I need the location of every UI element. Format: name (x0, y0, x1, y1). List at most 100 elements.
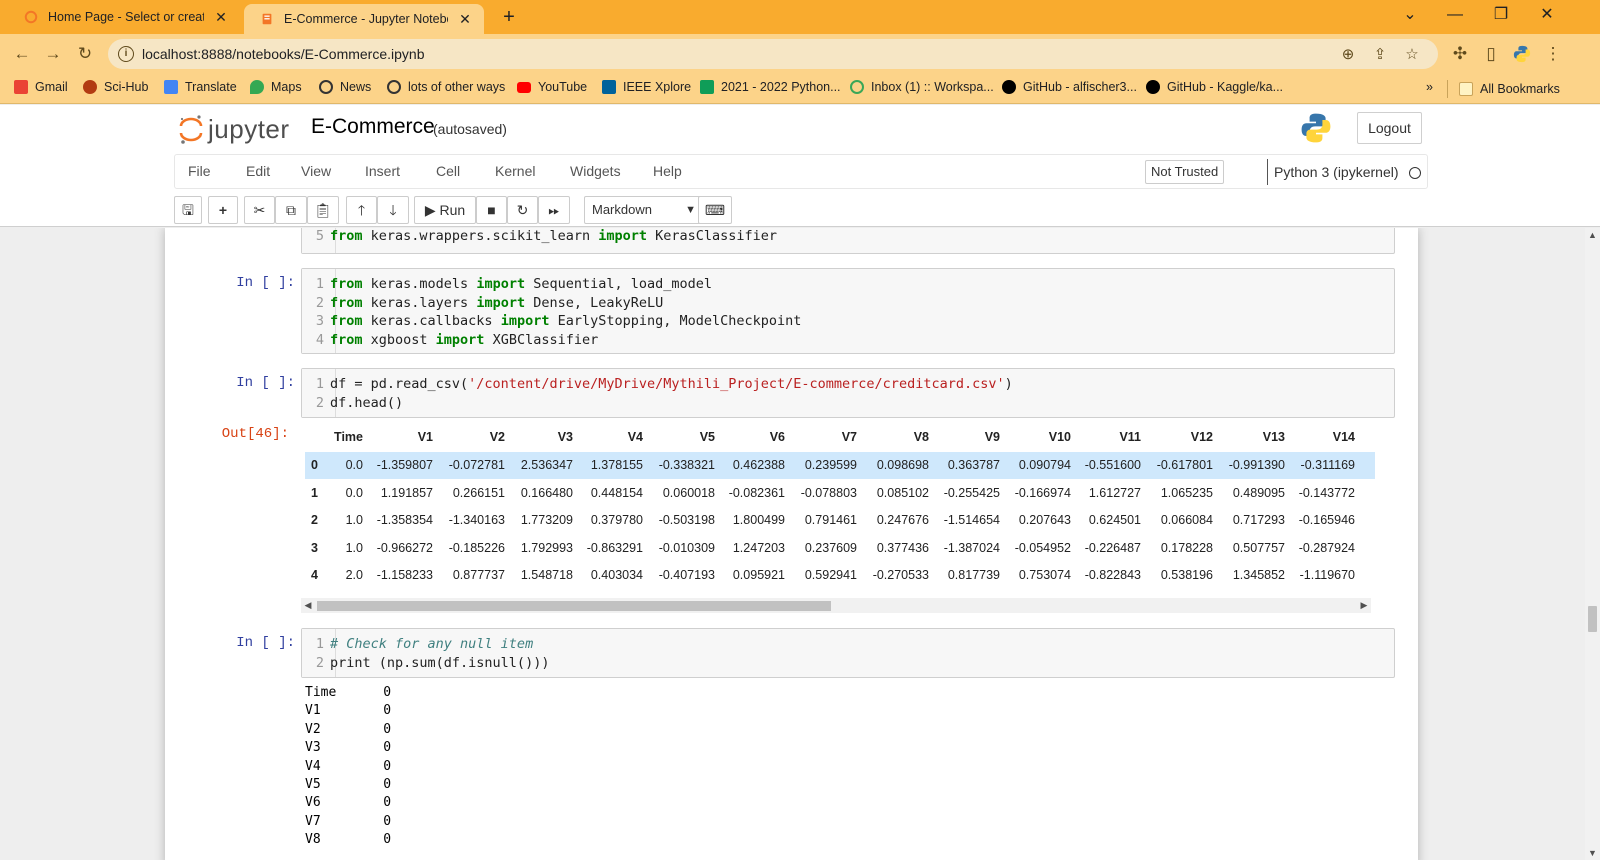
extensions-puzzle-icon[interactable]: ✣ (1448, 42, 1472, 66)
jupyter-logo[interactable]: jupyter (178, 113, 290, 145)
bookmark-news[interactable]: News (319, 80, 371, 94)
bookmark-translate[interactable]: Translate (164, 80, 237, 94)
tab-title: E-Commerce - Jupyter Notebook (284, 12, 448, 26)
cell-type-value: Markdown (592, 202, 652, 217)
cell-value: 1.0 (345, 513, 363, 527)
save-button[interactable]: 🖫 (174, 196, 202, 224)
interrupt-button[interactable]: ■ (476, 196, 507, 224)
bookmark-star-icon[interactable]: ☆ (1402, 45, 1422, 65)
cell-value: 1.247203 (732, 540, 785, 555)
bookmark-maps[interactable]: Maps (250, 80, 302, 94)
notebook-container[interactable]: 5 from keras.wrappers.scikit_learn import… (0, 228, 1600, 860)
dataframe-horizontal-scrollbar[interactable]: ◀ ▶ (301, 598, 1371, 613)
bookmark-other-ways[interactable]: lots of other ways (387, 80, 505, 94)
scroll-down-icon[interactable]: ▼ (1585, 848, 1600, 858)
bookmark-ieee[interactable]: IEEE Xplore (602, 80, 691, 94)
close-tab-icon[interactable]: ✕ (212, 9, 230, 26)
python-extension-icon[interactable] (1510, 42, 1534, 66)
restart-kernel-button[interactable]: ↻ (507, 196, 538, 224)
paste-button[interactable]: 📋︎ (307, 196, 339, 224)
code-cell-previous[interactable]: 5 from keras.wrappers.scikit_learn import… (301, 228, 1395, 254)
code-cell-null-check[interactable]: 1 # Check for any null item 2 print (np.su… (301, 628, 1395, 678)
menu-help[interactable]: Help (653, 163, 682, 179)
url-text[interactable]: localhost:8888/notebooks/E-Commerce.ipyn… (142, 46, 425, 62)
zoom-icon[interactable]: ⊕ (1338, 45, 1358, 65)
menu-edit[interactable]: Edit (246, 163, 270, 179)
dataframe-row: 0 0.0 -1.359807 -0.072781 2.536347 1.378155 -0… (305, 452, 1375, 479)
bookmark-label: lots of other ways (408, 80, 506, 94)
close-window-button[interactable]: ✕ (1524, 0, 1570, 34)
scrollbar-thumb[interactable] (1588, 606, 1597, 632)
dataframe-row: 3 1.0 -0.966272 -0.185226 1.792993 -0.863291-… (305, 535, 1375, 562)
insert-cell-button[interactable]: + (208, 196, 238, 224)
menu-kernel[interactable]: Kernel (495, 163, 535, 179)
notebook-name[interactable]: E-Commerce (311, 115, 435, 139)
tab-title: Home Page - Select or create a n (48, 10, 204, 24)
menu-file[interactable]: File (188, 163, 211, 179)
browser-tab-ecommerce[interactable]: E-Commerce - Jupyter Notebook ✕ (244, 4, 484, 34)
menu-insert[interactable]: Insert (365, 163, 400, 179)
cell-value: 0.877737 (452, 568, 505, 582)
run-button[interactable]: ▶ Run (414, 196, 476, 224)
scrollbar-thumb[interactable] (317, 601, 831, 611)
side-panel-icon[interactable]: ▯ (1479, 42, 1503, 66)
tab-search-chevron-icon[interactable]: ⌄ (1387, 0, 1433, 34)
page-vertical-scrollbar[interactable]: ▲ ▼ (1585, 228, 1600, 860)
column-header: V7 (841, 430, 857, 444)
code-text: ) (1004, 376, 1013, 392)
code-cell-imports[interactable]: 1 from keras.models import Sequential, lo… (301, 268, 1395, 354)
not-trusted-button[interactable]: Not Trusted (1145, 160, 1225, 184)
column-header: V8 (913, 430, 929, 444)
cell-value: 0.085102 (876, 485, 929, 500)
code-line: 5 from keras.wrappers.scikit_learn import… (302, 228, 777, 246)
minimize-window-button[interactable]: — (1432, 0, 1478, 34)
share-icon[interactable]: ⇪ (1370, 45, 1390, 65)
forward-arrow-icon[interactable]: → (41, 42, 65, 66)
bookmark-youtube[interactable]: YouTube (517, 80, 587, 94)
new-tab-button[interactable]: + (497, 6, 521, 30)
bookmark-github-kaggle[interactable]: GitHub - Kaggle/ka... (1146, 80, 1283, 94)
bookmark-label: Inbox (1) :: Workspa... (871, 80, 994, 94)
scroll-up-icon[interactable]: ▲ (1585, 230, 1600, 240)
logout-button[interactable]: Logout (1357, 112, 1422, 144)
address-bar[interactable]: i localhost:8888/notebooks/E-Commerce.ip… (108, 39, 1438, 69)
menu-widgets[interactable]: Widgets (570, 163, 621, 179)
close-tab-icon[interactable]: ✕ (456, 11, 474, 28)
scroll-right-icon[interactable]: ▶ (1357, 598, 1371, 613)
bookmark-label: GitHub - alfischer3... (1023, 80, 1137, 94)
reload-icon[interactable]: ↻ (73, 42, 97, 66)
code-text: print (np.sum(df.isnull())) (330, 654, 550, 671)
restore-window-button[interactable]: ❐ (1478, 0, 1524, 34)
move-down-button[interactable]: 🡓 (377, 196, 409, 224)
bookmarks-overflow-button[interactable]: » (1426, 80, 1433, 94)
all-bookmarks-button[interactable]: All Bookmarks (1447, 80, 1560, 98)
cell-value: -0.185226 (448, 540, 505, 555)
bookmark-scihub[interactable]: Sci-Hub (83, 80, 148, 94)
back-arrow-icon[interactable]: ← (10, 42, 34, 66)
copy-button[interactable]: ⧉ (275, 196, 307, 224)
menu-view[interactable]: View (301, 163, 331, 179)
scroll-left-icon[interactable]: ◀ (301, 598, 315, 613)
menu-cell[interactable]: Cell (436, 163, 460, 179)
null-count-output: Time 0 V1 0 V2 0 V3 0 V4 0 V5 0 V6 0 V7 … (305, 685, 392, 848)
cell-type-select[interactable]: Markdown ▼ (584, 196, 704, 224)
browser-menu-icon[interactable]: ⋮ (1541, 42, 1565, 66)
gmail-icon (14, 80, 28, 94)
dataframe-row: 1 0.0 1.191857 0.266151 0.166480 0.448154 0.06… (305, 480, 1375, 507)
site-info-icon[interactable]: i (118, 46, 134, 62)
bookmark-gmail[interactable]: Gmail (14, 80, 68, 94)
bookmark-inbox[interactable]: Inbox (1) :: Workspa... (850, 80, 994, 94)
bookmark-github-alfischer[interactable]: GitHub - alfischer3... (1002, 80, 1137, 94)
line-number: 2 (315, 294, 324, 311)
restart-run-all-button[interactable]: ⏩︎ (538, 196, 570, 224)
cell-value: -0.287924 (1298, 540, 1355, 555)
cut-button[interactable]: ✂ (244, 196, 275, 224)
browser-tab-home[interactable]: Home Page - Select or create a n ✕ (8, 0, 240, 34)
command-palette-button[interactable]: ⌨ (698, 196, 732, 224)
code-cell-read-csv[interactable]: 1 df = pd.read_csv('/content/drive/MyDriv… (301, 368, 1395, 418)
column-header: V1 (417, 430, 433, 444)
cell-value: -0.082361 (728, 485, 785, 500)
bookmark-python-sheet[interactable]: 2021 - 2022 Python... (700, 80, 841, 94)
kernel-name[interactable]: Python 3 (ipykernel) (1267, 159, 1399, 185)
move-up-button[interactable]: 🡑 (346, 196, 377, 224)
